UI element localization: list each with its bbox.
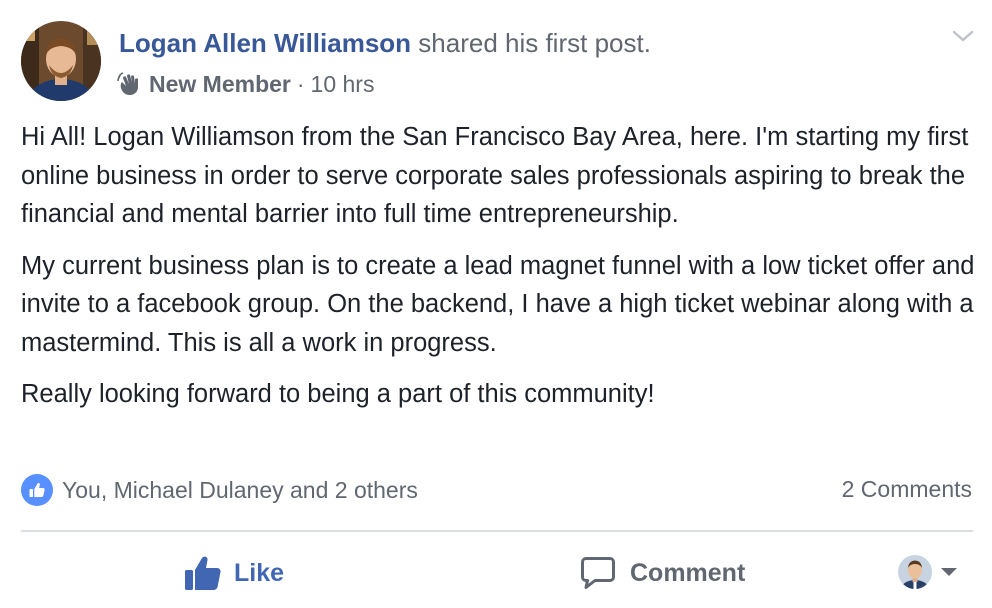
viewer-avatar — [898, 555, 932, 589]
author-avatar[interactable] — [21, 21, 101, 101]
post-paragraph: Really looking forward to being a part o… — [21, 380, 655, 408]
thumbs-up-icon — [29, 482, 45, 497]
post-body: Hi All! Logan Williamson from the San Fr… — [21, 118, 976, 427]
thumbs-up-icon — [185, 556, 221, 590]
like-button[interactable]: Like — [184, 550, 284, 596]
post-meta: New Member · 10 hrs — [117, 68, 374, 100]
post-paragraph: Hi All! Logan Williamson from the San Fr… — [21, 123, 969, 228]
caret-down-icon — [941, 568, 957, 576]
comment-button[interactable]: Comment — [580, 550, 745, 596]
react-as-selector[interactable] — [898, 555, 958, 589]
comment-label: Comment — [630, 558, 746, 587]
author-name[interactable]: Logan Allen Williamson — [119, 28, 411, 58]
viewer-photo-icon — [898, 555, 932, 589]
comment-bubble-icon — [581, 557, 615, 589]
post-paragraph: My current business plan is to create a … — [21, 251, 975, 357]
reactions-summary[interactable]: You, Michael Dulaney and 2 others — [21, 474, 418, 506]
group-post: Logan Allen Williamson shared his first … — [0, 0, 992, 608]
chevron-down-icon[interactable] — [952, 28, 974, 44]
author-photo-icon — [21, 21, 101, 101]
post-header: Logan Allen Williamson shared his first … — [119, 26, 651, 60]
divider — [21, 530, 973, 532]
like-label: Like — [234, 558, 285, 587]
comments-count-link[interactable]: 2 Comments — [842, 476, 972, 503]
like-reaction-icon — [21, 474, 53, 506]
member-badge[interactable]: New Member — [149, 68, 291, 100]
reactions-text: You, Michael Dulaney and 2 others — [62, 476, 418, 503]
wave-hand-icon — [117, 72, 138, 95]
meta-separator: · — [296, 71, 305, 97]
post-action-text: shared his first post. — [418, 28, 651, 58]
post-timestamp[interactable]: 10 hrs — [311, 68, 375, 100]
